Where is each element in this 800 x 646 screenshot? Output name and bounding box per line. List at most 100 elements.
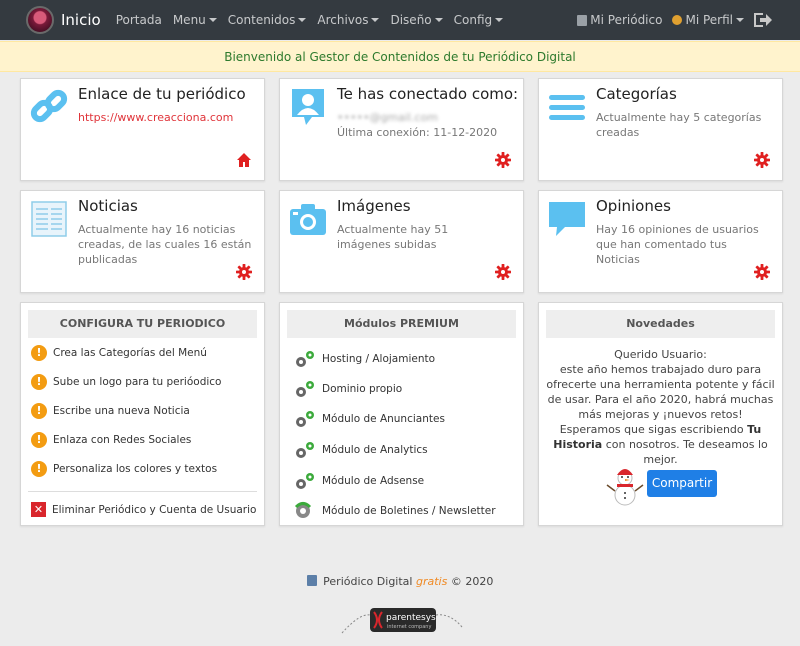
card-title: Imágenes: [337, 197, 411, 215]
news-closing-post: con nosotros. Te deseamos lo mejor.: [602, 438, 768, 466]
nav-item-contenidos[interactable]: Contenidos: [228, 13, 307, 27]
warning-icon: !: [31, 432, 47, 448]
premium-item-label: Dominio propio: [322, 383, 403, 395]
config-item-logo[interactable]: ! Sube un logo para tu perióodico: [31, 374, 221, 390]
warning-icon: !: [31, 461, 47, 477]
gear-icon[interactable]: [236, 264, 252, 280]
last-login: Última conexión: 11-12-2020: [337, 126, 498, 139]
news-text: este año hemos trabajado duro para ofrec…: [546, 363, 775, 421]
nav-item-label: Archivos: [317, 13, 369, 27]
gears-icon: [296, 351, 314, 367]
caret-down-icon: [298, 18, 307, 22]
footer-brand: Periódico Digital: [323, 575, 413, 588]
config-item-categorias[interactable]: ! Crea las Categorías del Menú: [31, 345, 207, 361]
caret-down-icon: [434, 18, 443, 22]
card-text: Actualmente hay 5 categorías creadas: [596, 111, 762, 139]
home-icon[interactable]: [236, 152, 252, 168]
news-message: Querido Usuario: este año hemos trabajad…: [546, 347, 775, 467]
card-noticias: Noticias Actualmente hay 16 noticias cre…: [20, 190, 265, 293]
panel-premium: Módulos PREMIUM Hosting / Alojamiento Do…: [279, 302, 524, 526]
mi-periodico-link[interactable]: Mi Periódico: [577, 13, 662, 27]
premium-item-label: Módulo de Adsense: [322, 475, 425, 487]
user-email: •••••@gmail.com: [337, 111, 438, 124]
logo-subtext: internet company: [387, 624, 431, 630]
mi-perfil-label: Mi Perfil: [685, 13, 733, 27]
divider: [28, 491, 257, 492]
avatar: [26, 6, 54, 34]
user-icon: [292, 89, 324, 125]
gear-icon[interactable]: [754, 264, 770, 280]
premium-item-label: Hosting / Alojamiento: [322, 353, 436, 365]
gear-icon[interactable]: [495, 152, 511, 168]
nav-item-label: Contenidos: [227, 13, 296, 27]
panel-title: Módulos PREMIUM: [287, 310, 516, 338]
premium-item-anunciantes[interactable]: Módulo de Anunciantes: [294, 409, 445, 429]
card-enlace: Enlace de tu periódico https://www.creac…: [20, 78, 265, 181]
nav-item-diseno[interactable]: Diseño: [390, 13, 443, 27]
main-menu: Portada Menu Contenidos Archivos Diseño …: [116, 13, 514, 27]
card-text: Hay 16 opiniones de usuarios que han com…: [596, 223, 759, 266]
caret-down-icon: [736, 18, 744, 22]
gears-icon: [296, 381, 314, 397]
panel-title: CONFIGURA TU PERIODICO: [28, 310, 257, 338]
panel-configura: CONFIGURA TU PERIODICO ! Crea las Categor…: [20, 302, 265, 526]
caret-down-icon: [208, 18, 217, 22]
footer-gratis: gratis: [415, 575, 448, 588]
card-imagenes: Imágenes Actualmente hay 51 imágenes sub…: [279, 190, 524, 293]
warning-icon: !: [31, 345, 47, 361]
profile-face-icon: [672, 15, 683, 25]
delete-label: Eliminar Periódico y Cuenta de Usuario: [52, 503, 257, 516]
newspaper-icon: [577, 14, 588, 26]
top-navbar: Inicio Portada Menu Contenidos Archivos …: [0, 0, 800, 40]
gears-icon: [296, 442, 314, 458]
nav-item-label: Config: [453, 13, 493, 27]
logout-icon[interactable]: [754, 13, 772, 27]
gear-icon[interactable]: [495, 264, 511, 280]
parentesys-logo[interactable]: parentesys internet company: [340, 603, 464, 639]
premium-item-label: Módulo de Boletines / Newsletter: [322, 505, 496, 517]
nav-item-label: Menu: [172, 13, 206, 27]
card-categorias: Categorías Actualmente hay 5 categorías …: [538, 78, 783, 181]
config-item-redes[interactable]: ! Enlaza con Redes Sociales: [31, 432, 191, 448]
link-icon: [30, 89, 68, 123]
card-text: Actualmente hay 16 noticias creadas, de …: [78, 223, 252, 266]
gears-icon: [296, 473, 314, 489]
caret-down-icon: [371, 18, 380, 22]
card-title: Opiniones: [596, 197, 671, 215]
logo-text: parentesys: [386, 613, 436, 623]
card-title: Categorías: [596, 85, 677, 103]
nav-item-label: Diseño: [390, 13, 432, 27]
footer-copyright: © 2020: [450, 575, 494, 588]
newspaper-icon: [31, 201, 67, 237]
warning-icon: !: [31, 403, 47, 419]
config-item-label: Enlaza con Redes Sociales: [53, 434, 192, 446]
card-title: Noticias: [78, 197, 138, 215]
premium-item-hosting[interactable]: Hosting / Alojamiento: [294, 349, 435, 369]
caret-down-icon: [495, 18, 504, 22]
premium-item-adsense[interactable]: Módulo de Adsense: [294, 471, 424, 491]
nav-item-label: Portada: [115, 13, 162, 27]
delete-icon: ✕: [31, 502, 46, 517]
share-button[interactable]: Compartir: [647, 470, 717, 497]
card-title: Te has conectado como:: [337, 85, 519, 103]
nav-item-config[interactable]: Config: [454, 13, 504, 27]
periodico-url-link[interactable]: https://www.creacciona.com: [78, 111, 233, 124]
gears-icon: [294, 502, 312, 518]
delete-account-link[interactable]: ✕ Eliminar Periódico y Cuenta de Usuario: [31, 502, 256, 517]
nav-item-archivos[interactable]: Archivos: [317, 13, 380, 27]
nav-item-portada[interactable]: Portada: [116, 13, 162, 27]
premium-item-label: Módulo de Analytics: [322, 444, 428, 456]
mi-perfil-dropdown[interactable]: Mi Perfil: [672, 13, 744, 27]
config-item-colores[interactable]: ! Personaliza los colores y textos: [31, 461, 217, 477]
premium-item-analytics[interactable]: Módulo de Analytics: [294, 440, 428, 460]
premium-item-newsletter[interactable]: Módulo de Boletines / Newsletter: [294, 501, 496, 521]
config-item-label: Crea las Categorías del Menú: [53, 347, 207, 359]
footer: Periódico Digital gratis © 2020: [0, 575, 800, 588]
panel-novedades: Novedades Querido Usuario: este año hemo…: [538, 302, 783, 526]
brand-home-link[interactable]: Inicio: [26, 6, 101, 34]
premium-item-dominio[interactable]: Dominio propio: [294, 379, 402, 399]
config-item-label: Sube un logo para tu perióodico: [53, 376, 222, 388]
gear-icon[interactable]: [754, 152, 770, 168]
nav-item-menu[interactable]: Menu: [173, 13, 217, 27]
config-item-noticia[interactable]: ! Escribe una nueva Noticia: [31, 403, 190, 419]
